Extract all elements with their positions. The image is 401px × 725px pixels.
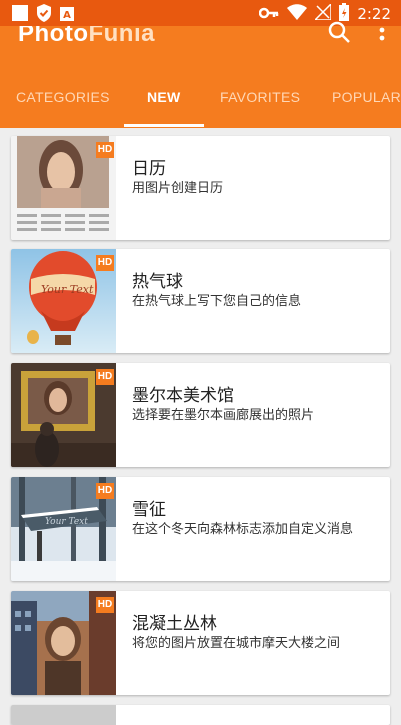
- hd-badge: HD: [96, 483, 114, 499]
- hd-badge: HD: [96, 255, 114, 271]
- shield-check-icon: [36, 4, 52, 26]
- item-description: 将您的图片放置在城市摩天大楼之间: [132, 636, 341, 651]
- item-description: 选择要在墨尔本画廊展出的照片: [132, 408, 315, 423]
- balloon-thumbnail: Your Text HD: [11, 249, 116, 353]
- more-vertical-icon[interactable]: [379, 20, 385, 46]
- list-item[interactable]: HD 混凝土丛林 将您的图片放置在城市摩天大楼之间: [11, 591, 390, 695]
- key-icon: [259, 5, 279, 23]
- list-item[interactable]: HD 日历 用图片创建日历: [11, 136, 390, 240]
- svg-text:Your Text: Your Text: [41, 283, 94, 296]
- app-logo: PhotoFunia: [18, 26, 155, 46]
- app-bar: PhotoFunia CATEGORIES NEW FAVORITES POPU…: [0, 21, 401, 128]
- partial-thumbnail: [11, 705, 116, 725]
- city-thumbnail: HD: [11, 591, 116, 695]
- item-title: 日历: [132, 159, 166, 179]
- svg-text:A: A: [63, 10, 71, 21]
- tab-new[interactable]: NEW: [147, 82, 181, 128]
- hd-badge: HD: [96, 142, 114, 158]
- list-item[interactable]: [11, 705, 390, 725]
- calendar-thumbnail: HD: [11, 136, 116, 240]
- tab-bar: CATEGORIES NEW FAVORITES POPULAR: [0, 82, 401, 128]
- active-tab-indicator: [124, 124, 204, 127]
- item-description: 在热气球上写下您自己的信息: [132, 294, 302, 309]
- item-title: 墨尔本美术馆: [132, 386, 234, 406]
- list-item[interactable]: HD 墨尔本美术馆 选择要在墨尔本画廊展出的照片: [11, 363, 390, 467]
- list-item[interactable]: Your Text HD 雪征 在这个冬天向森林标志添加自定义消息: [11, 477, 390, 581]
- winter-sign-thumbnail: Your Text HD: [11, 477, 116, 581]
- wifi-icon: [287, 4, 308, 24]
- notification-square-icon: [12, 5, 28, 25]
- item-title: 混凝土丛林: [132, 614, 217, 634]
- tab-favorites[interactable]: FAVORITES: [220, 82, 300, 128]
- item-description: 用图片创建日历: [132, 181, 224, 196]
- tab-popular[interactable]: POPULAR: [332, 82, 401, 128]
- text-a-icon: A: [60, 6, 74, 25]
- item-title: 雪征: [132, 500, 166, 520]
- item-title: 热气球: [132, 272, 183, 292]
- hd-badge: HD: [96, 369, 114, 385]
- tab-categories[interactable]: CATEGORIES: [16, 82, 110, 128]
- hd-badge: HD: [96, 597, 114, 613]
- list-item[interactable]: Your Text HD 热气球 在热气球上写下您自己的信息: [11, 249, 390, 353]
- search-icon[interactable]: [327, 20, 351, 48]
- svg-text:Your Text: Your Text: [45, 517, 88, 527]
- gallery-thumbnail: HD: [11, 363, 116, 467]
- item-description: 在这个冬天向森林标志添加自定义消息: [132, 522, 354, 537]
